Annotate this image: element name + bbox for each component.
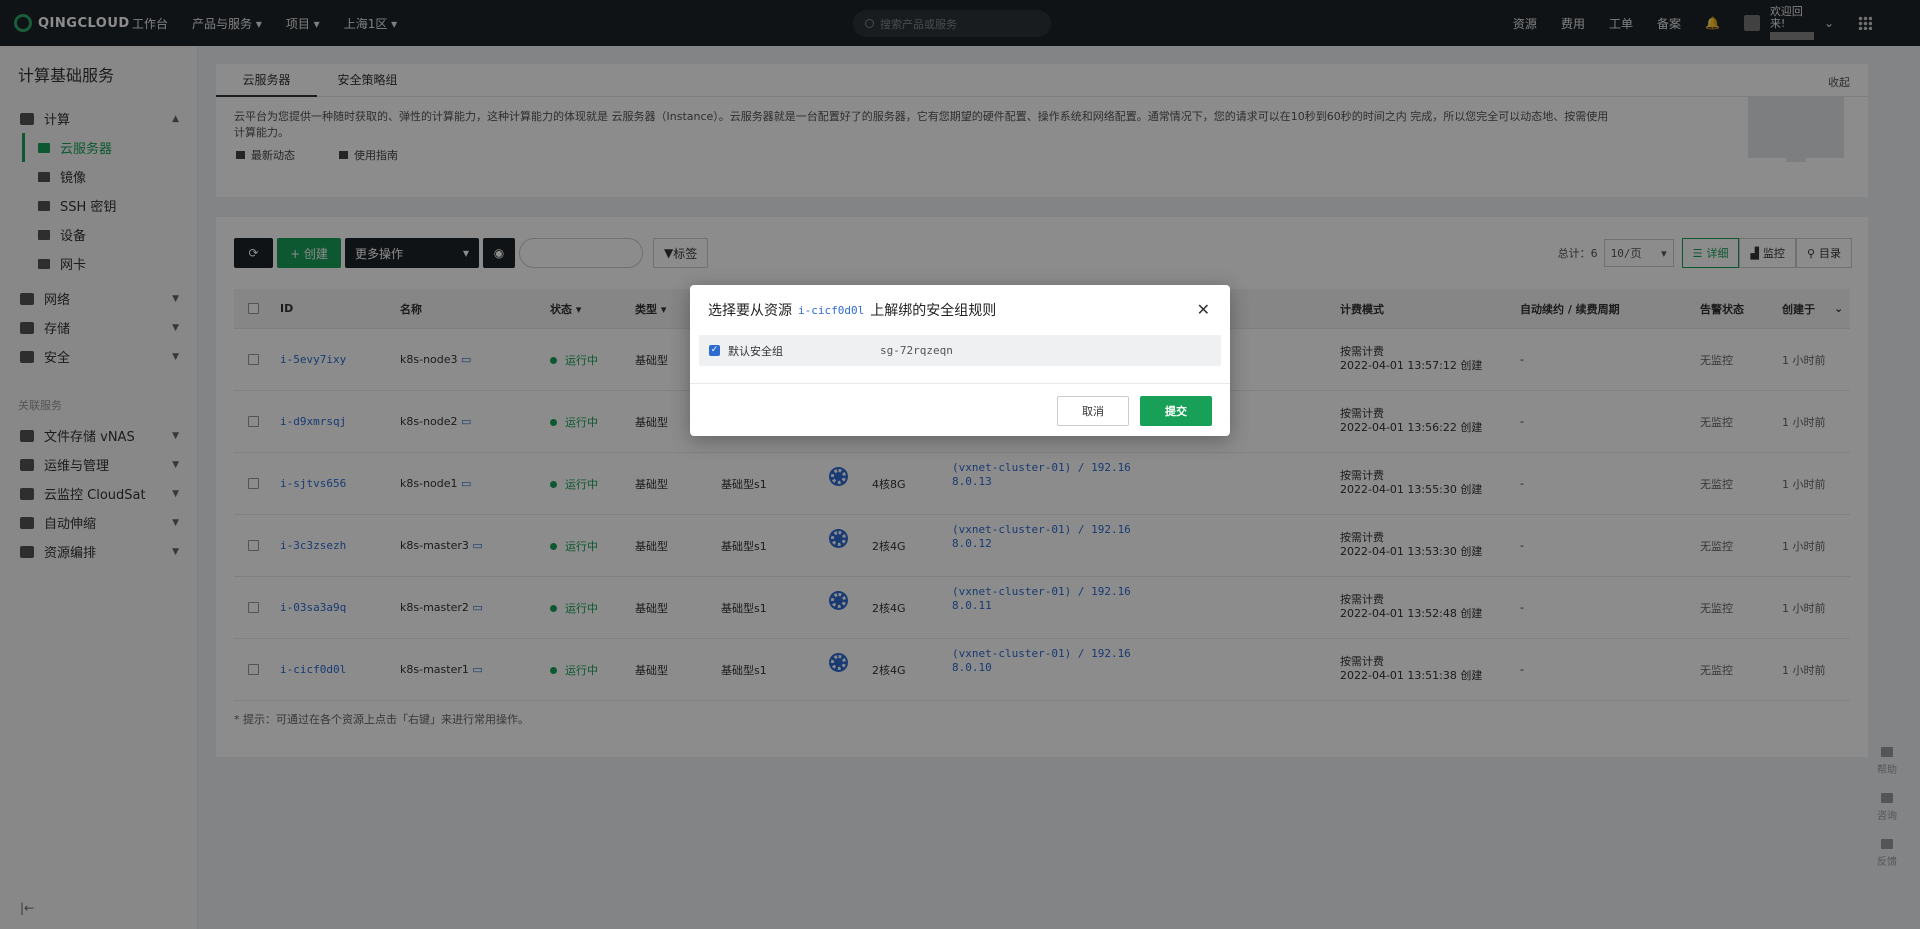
book-icon <box>1881 746 1893 757</box>
float-label: 咨询 <box>1877 810 1897 822</box>
close-icon[interactable]: ✕ <box>1197 302 1210 318</box>
security-group-id: sg-72rqzeqn <box>880 344 953 357</box>
chat-icon <box>1881 792 1893 803</box>
dialog-resource-id: i-cicf0d0l <box>798 303 865 317</box>
dialog-title: 选择要从资源 i-cicf0d0l 上解绑的安全组规则 ✕ <box>690 285 1230 335</box>
security-group-checkbox[interactable]: ✓ <box>709 345 720 356</box>
dialog-footer: 取消 提交 <box>690 383 1230 436</box>
float-label: 反馈 <box>1877 856 1897 868</box>
float-toolbar: 帮助 咨询 反馈 <box>1868 738 1906 876</box>
security-group-option[interactable]: ✓ 默认安全组 sg-72rqzeqn <box>699 335 1221 366</box>
security-group-name: 默认安全组 <box>728 344 783 358</box>
cancel-button[interactable]: 取消 <box>1057 396 1129 426</box>
unbind-security-group-dialog: 选择要从资源 i-cicf0d0l 上解绑的安全组规则 ✕ ✓ 默认安全组 sg… <box>690 285 1230 436</box>
pencil-icon <box>1881 838 1893 849</box>
float-label: 帮助 <box>1877 764 1897 776</box>
dialog-title-prefix: 选择要从资源 <box>708 303 792 319</box>
feedback-button[interactable]: 反馈 <box>1868 830 1906 876</box>
submit-button[interactable]: 提交 <box>1140 396 1212 426</box>
consult-button[interactable]: 咨询 <box>1868 784 1906 830</box>
modal-backdrop[interactable] <box>0 0 1920 929</box>
help-button[interactable]: 帮助 <box>1868 738 1906 784</box>
dialog-title-suffix: 上解绑的安全组规则 <box>870 303 997 319</box>
